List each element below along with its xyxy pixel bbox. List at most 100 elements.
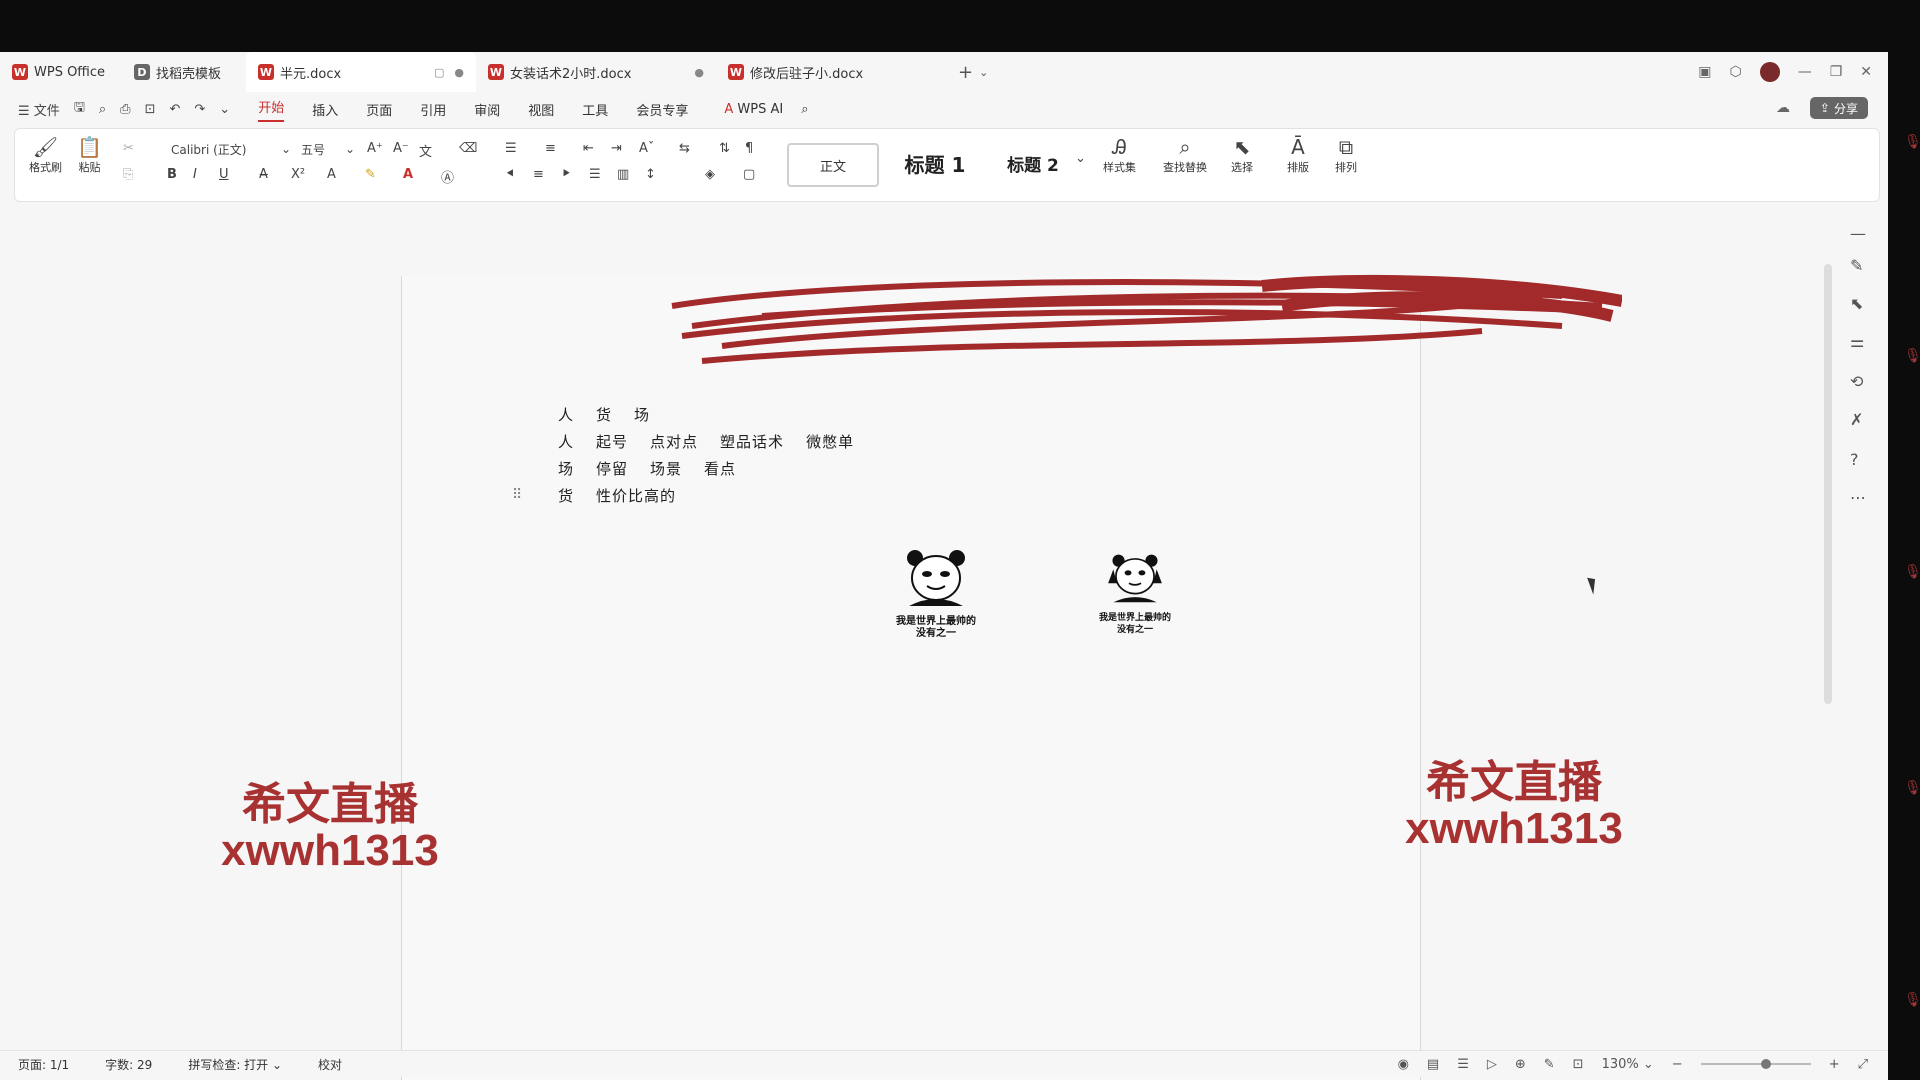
paste-button[interactable]: 📋 粘贴 <box>77 135 102 175</box>
edit-pen-icon[interactable]: ✎ <box>1850 256 1863 275</box>
tab-close-dot-icon[interactable]: ● <box>694 66 704 79</box>
tab-close-dot-icon[interactable]: ● <box>454 66 464 79</box>
text-direction-icon[interactable]: Aˇ <box>639 141 654 156</box>
select-button[interactable]: ⬉ 选择 <box>1231 135 1253 175</box>
layout-button[interactable]: Ā 排版 <box>1287 135 1309 175</box>
layout-icon[interactable]: ▣ <box>1698 64 1711 80</box>
avatar[interactable] <box>1759 62 1780 82</box>
zoom-level[interactable]: 130% ⌄ <box>1602 1057 1654 1072</box>
font-color-icon[interactable]: A <box>403 167 413 182</box>
font-shrink-icon[interactable]: A⁻ <box>393 141 409 156</box>
web-view-icon[interactable]: ⊕ <box>1515 1057 1526 1072</box>
italic-icon[interactable]: I <box>193 167 197 182</box>
tab-window-icon[interactable]: ▢ <box>434 66 444 79</box>
numbered-list-icon[interactable]: ≡ <box>545 141 556 156</box>
style-set-button[interactable]: Ꭿ 样式集 <box>1103 135 1136 175</box>
print-icon[interactable]: ⎙ <box>120 102 130 117</box>
border-icon[interactable]: ▢ <box>743 167 755 182</box>
char-border-icon[interactable]: Ⓐ <box>441 167 454 186</box>
menu-home[interactable]: 开始 <box>258 97 285 122</box>
shading-icon[interactable]: ◈ <box>705 167 715 182</box>
spell-check-toggle[interactable]: 拼写检查: 打开 ⌄ <box>188 1056 282 1073</box>
justify-icon[interactable]: ☰ <box>589 167 601 182</box>
vertical-scrollbar[interactable] <box>1824 264 1832 704</box>
bullet-list-icon[interactable]: ☰ <box>505 141 517 156</box>
font-grow-icon[interactable]: A⁺ <box>367 141 383 156</box>
strikethrough-icon[interactable]: A̶ <box>259 167 268 182</box>
underline-icon[interactable]: U <box>219 167 229 182</box>
document-page[interactable]: 人货场 人起号点对点塑品话术微憋单 场停留场景看点 ⠿ 货性价比高的 <box>401 275 1622 1080</box>
fullscreen-icon[interactable]: ⤢ <box>1858 1057 1868 1072</box>
decrease-indent-icon[interactable]: ⇤ <box>583 141 594 156</box>
chevron-down-icon[interactable]: ⌄ <box>979 66 988 79</box>
panda-meme-image-2[interactable]: 我是世界上最帅的 没有之一 <box>1090 552 1180 636</box>
minimize-icon[interactable]: — <box>1798 64 1812 80</box>
cube-icon[interactable]: ⬡ <box>1729 64 1741 80</box>
wps-ai-button[interactable]: A WPS AI <box>724 102 783 117</box>
play-icon[interactable]: ▷ <box>1487 1057 1497 1072</box>
style-heading-2[interactable]: 标题 2 <box>993 143 1073 183</box>
sort-icon[interactable]: ⇅ <box>719 141 730 156</box>
restore-icon[interactable]: ❐ <box>1830 64 1843 80</box>
help-icon[interactable]: ? <box>1850 450 1859 469</box>
menu-view[interactable]: 视图 <box>528 100 554 119</box>
tab-doc-3[interactable]: W 修改后驻子小.docx <box>716 52 946 92</box>
increase-indent-icon[interactable]: ⇥ <box>611 141 622 156</box>
file-menu[interactable]: ☰ 文件 <box>18 100 60 119</box>
page-count[interactable]: 页面: 1/1 <box>18 1056 69 1073</box>
menu-reference[interactable]: 引用 <box>420 100 446 119</box>
zoom-out-icon[interactable]: − <box>1672 1057 1683 1072</box>
bold-icon[interactable]: B <box>167 167 177 182</box>
show-marks-icon[interactable]: ¶ <box>745 141 753 156</box>
arrange-button[interactable]: ⧉ 排列 <box>1335 135 1357 175</box>
menu-insert[interactable]: 插入 <box>312 100 338 119</box>
wrap-icon[interactable]: ⇆ <box>679 141 690 156</box>
distribute-icon[interactable]: ▥ <box>617 167 629 182</box>
pointer-icon[interactable]: ⬉ <box>1850 294 1863 313</box>
cloud-icon[interactable]: ☁ <box>1776 100 1790 116</box>
tab-doc-2[interactable]: W 女装话术2小时.docx ● <box>476 52 716 92</box>
outline-view-icon[interactable]: ☰ <box>1457 1057 1469 1072</box>
copy-icon[interactable]: ⎘ <box>123 167 133 182</box>
share-button[interactable]: ⇪ 分享 <box>1809 97 1868 119</box>
find-replace-button[interactable]: ⌕ 查找替换 <box>1163 135 1207 175</box>
phonetic-icon[interactable]: 文 <box>419 141 432 160</box>
undo-icon[interactable]: ↶ <box>169 102 180 117</box>
font-color-style-icon[interactable]: A <box>327 167 336 182</box>
line-spacing-icon[interactable]: ↕ <box>645 167 656 182</box>
format-brush-button[interactable]: 🖌 格式刷 <box>29 135 62 175</box>
eye-icon[interactable]: ◉ <box>1398 1057 1409 1072</box>
collapse-icon[interactable]: — <box>1850 224 1866 243</box>
menu-tools[interactable]: 工具 <box>582 100 608 119</box>
more-icon[interactable]: ⋯ <box>1850 488 1866 507</box>
search-icon[interactable]: ⌕ <box>801 102 808 117</box>
superscript-icon[interactable]: X² <box>291 167 305 182</box>
style-more-icon[interactable]: ⌄ <box>1075 151 1086 166</box>
tab-wps-office[interactable]: W WPS Office <box>0 52 122 92</box>
proof-button[interactable]: 校对 <box>318 1056 342 1073</box>
align-right-icon[interactable]: ⯈ <box>561 167 571 182</box>
style-heading-1[interactable]: 标题 1 <box>895 143 975 183</box>
tools-icon[interactable]: ✗ <box>1850 410 1863 429</box>
close-icon[interactable]: ✕ <box>1860 64 1872 80</box>
tab-doc-active[interactable]: W 半元.docx ▢ ● <box>246 52 476 92</box>
fit-icon[interactable]: ⊡ <box>1573 1057 1584 1072</box>
clear-format-icon[interactable]: ⌫ <box>459 141 477 156</box>
menu-page[interactable]: 页面 <box>366 100 392 119</box>
font-size-select[interactable]: 五号 ⌄ <box>297 139 359 159</box>
zoom-slider[interactable] <box>1700 1059 1811 1069</box>
page-view-icon[interactable]: ▤ <box>1427 1057 1439 1072</box>
more-chevron-icon[interactable]: ⌄ <box>219 102 230 117</box>
style-normal[interactable]: 正文 <box>787 143 879 187</box>
cut-icon[interactable]: ✂ <box>123 141 134 156</box>
tab-template[interactable]: D 找稻壳模板 <box>122 52 246 92</box>
highlight-icon[interactable]: ✎ <box>365 167 376 182</box>
preview-icon[interactable]: ⊡ <box>145 102 156 117</box>
drag-handle-icon[interactable]: ⠿ <box>512 487 522 503</box>
menu-review[interactable]: 审阅 <box>474 100 500 119</box>
font-name-select[interactable]: Calibri (正文) ⌄ <box>167 139 295 159</box>
panda-meme-image-1[interactable]: 我是世界上最帅的 没有之一 <box>886 548 986 640</box>
zoom-in-icon[interactable]: + <box>1829 1057 1840 1072</box>
pen-icon[interactable]: ✎ <box>1544 1057 1555 1072</box>
zoom-slider-knob[interactable] <box>1760 1059 1771 1069</box>
